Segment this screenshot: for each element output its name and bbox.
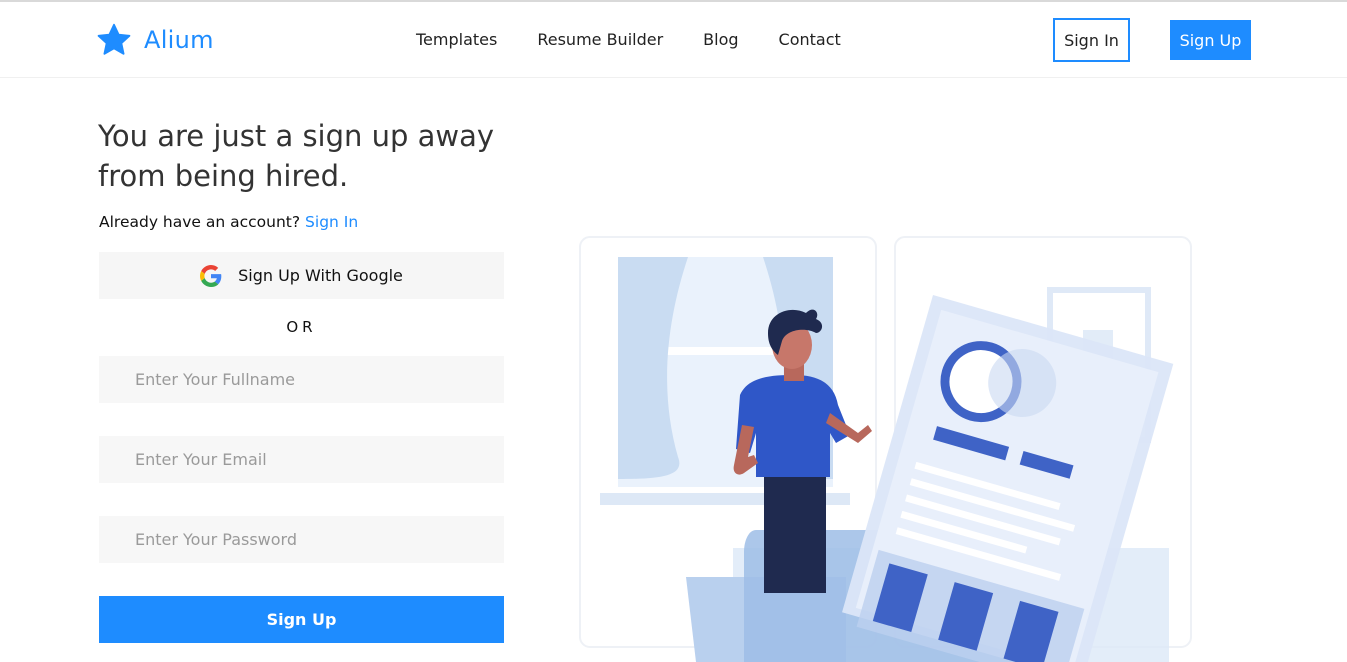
person-with-resume-illustration — [579, 236, 1192, 662]
already-account-label: Already have an account? — [99, 213, 301, 231]
nav-link-templates[interactable]: Templates — [416, 30, 497, 49]
brand-name: Alium — [144, 26, 214, 54]
or-divider: OR — [286, 318, 317, 336]
sign-up-nav-button[interactable]: Sign Up — [1170, 20, 1251, 60]
fullname-input[interactable] — [99, 356, 504, 403]
page-headline: You are just a sign up away from being h… — [98, 119, 495, 193]
sign-in-button[interactable]: Sign In — [1053, 18, 1130, 62]
brand-logo[interactable]: Alium — [96, 22, 214, 58]
sign-up-submit-button[interactable]: Sign Up — [99, 596, 504, 643]
google-signup-button[interactable]: Sign Up With Google — [99, 252, 504, 299]
navbar: Alium Templates Resume Builder Blog Cont… — [0, 2, 1347, 78]
star-icon — [97, 23, 131, 55]
nav-link-resume-builder[interactable]: Resume Builder — [537, 30, 663, 49]
google-signup-label: Sign Up With Google — [238, 266, 403, 285]
password-input[interactable] — [99, 516, 504, 563]
sign-in-link[interactable]: Sign In — [305, 213, 358, 231]
already-account-text: Already have an account? Sign In — [99, 213, 358, 231]
nav-link-blog[interactable]: Blog — [703, 30, 738, 49]
nav-links: Templates Resume Builder Blog Contact — [416, 30, 881, 49]
nav-link-contact[interactable]: Contact — [779, 30, 841, 49]
google-icon — [200, 264, 222, 287]
email-input[interactable] — [99, 436, 504, 483]
